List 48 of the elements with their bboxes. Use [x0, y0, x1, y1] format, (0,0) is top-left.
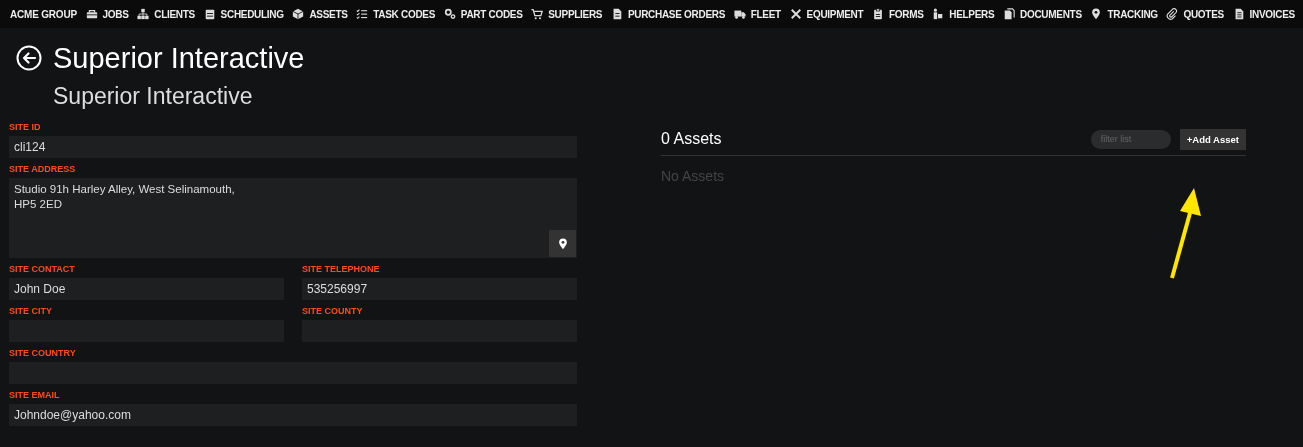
toolbox-icon: [85, 8, 98, 20]
person-icon: [932, 8, 945, 20]
field-label: SITE COUNTY: [302, 306, 364, 317]
nav-link[interactable]: QUOTES: [1166, 8, 1224, 20]
documents-icon: [1003, 8, 1015, 20]
nav-link[interactable]: EQUIPMENT: [789, 8, 864, 20]
nav-link[interactable]: HELPERS: [932, 8, 995, 20]
nav-link[interactable]: TASK CODES: [356, 8, 436, 20]
checklist-icon: [356, 8, 369, 20]
nav-link[interactable]: FORMS: [871, 8, 924, 20]
field-label: SITE TELEPHONE: [302, 264, 381, 275]
field-label: SITE ID: [9, 122, 42, 133]
page-title: Superior Interactive: [53, 41, 305, 75]
cube-icon: [292, 8, 305, 20]
add-asset-button[interactable]: +Add Asset: [1179, 128, 1246, 150]
nav-link[interactable]: ASSETS: [292, 8, 348, 20]
nav-link[interactable]: TRACKING: [1090, 8, 1158, 20]
nav-link[interactable]: PART CODES: [443, 8, 523, 20]
map-pin-icon: [556, 237, 569, 250]
field-label: SITE COUNTRY: [9, 348, 77, 359]
clipboard-icon: [871, 8, 884, 20]
map-pin-button[interactable]: [549, 230, 576, 257]
truck-icon: [733, 8, 746, 20]
nav-link[interactable]: SCHEDULING: [203, 8, 284, 20]
nav-link[interactable]: PURCHASE ORDERS: [610, 8, 726, 20]
nav-link[interactable]: INVOICES: [1232, 8, 1295, 20]
pin-icon: [1090, 8, 1103, 20]
field-label: SITE CONTACT: [9, 264, 76, 275]
gears-icon: [443, 8, 456, 20]
text-field[interactable]: Johndoe@yahoo.com: [9, 404, 577, 426]
nav-link[interactable]: DOCUMENTS: [1003, 8, 1082, 20]
nav-link[interactable]: SUPPLIERS: [531, 8, 603, 20]
page-subtitle: Superior Interactive: [53, 82, 254, 110]
cart-icon: [531, 8, 544, 20]
text-field[interactable]: 535256997: [302, 278, 577, 300]
sitemap-icon: [137, 8, 150, 20]
field-label: SITE CITY: [9, 306, 53, 317]
brand-name[interactable]: ACME GROUP: [10, 8, 77, 20]
field-label: SITE ADDRESS: [9, 164, 77, 175]
address-field[interactable]: Studio 91h Harley Alley, West Selinamouth, HP5 2ED: [9, 178, 577, 258]
nav-link[interactable]: JOBS: [85, 8, 129, 20]
text-field[interactable]: cli124: [9, 136, 577, 158]
nav-link[interactable]: CLIENTS: [137, 8, 195, 20]
assets-count-heading: 0 Assets: [661, 130, 723, 148]
nav-link[interactable]: FLEET: [733, 8, 781, 20]
text-field[interactable]: John Doe: [9, 278, 284, 300]
paperclip-icon: [1166, 8, 1179, 20]
field-label: SITE EMAIL: [9, 390, 61, 401]
